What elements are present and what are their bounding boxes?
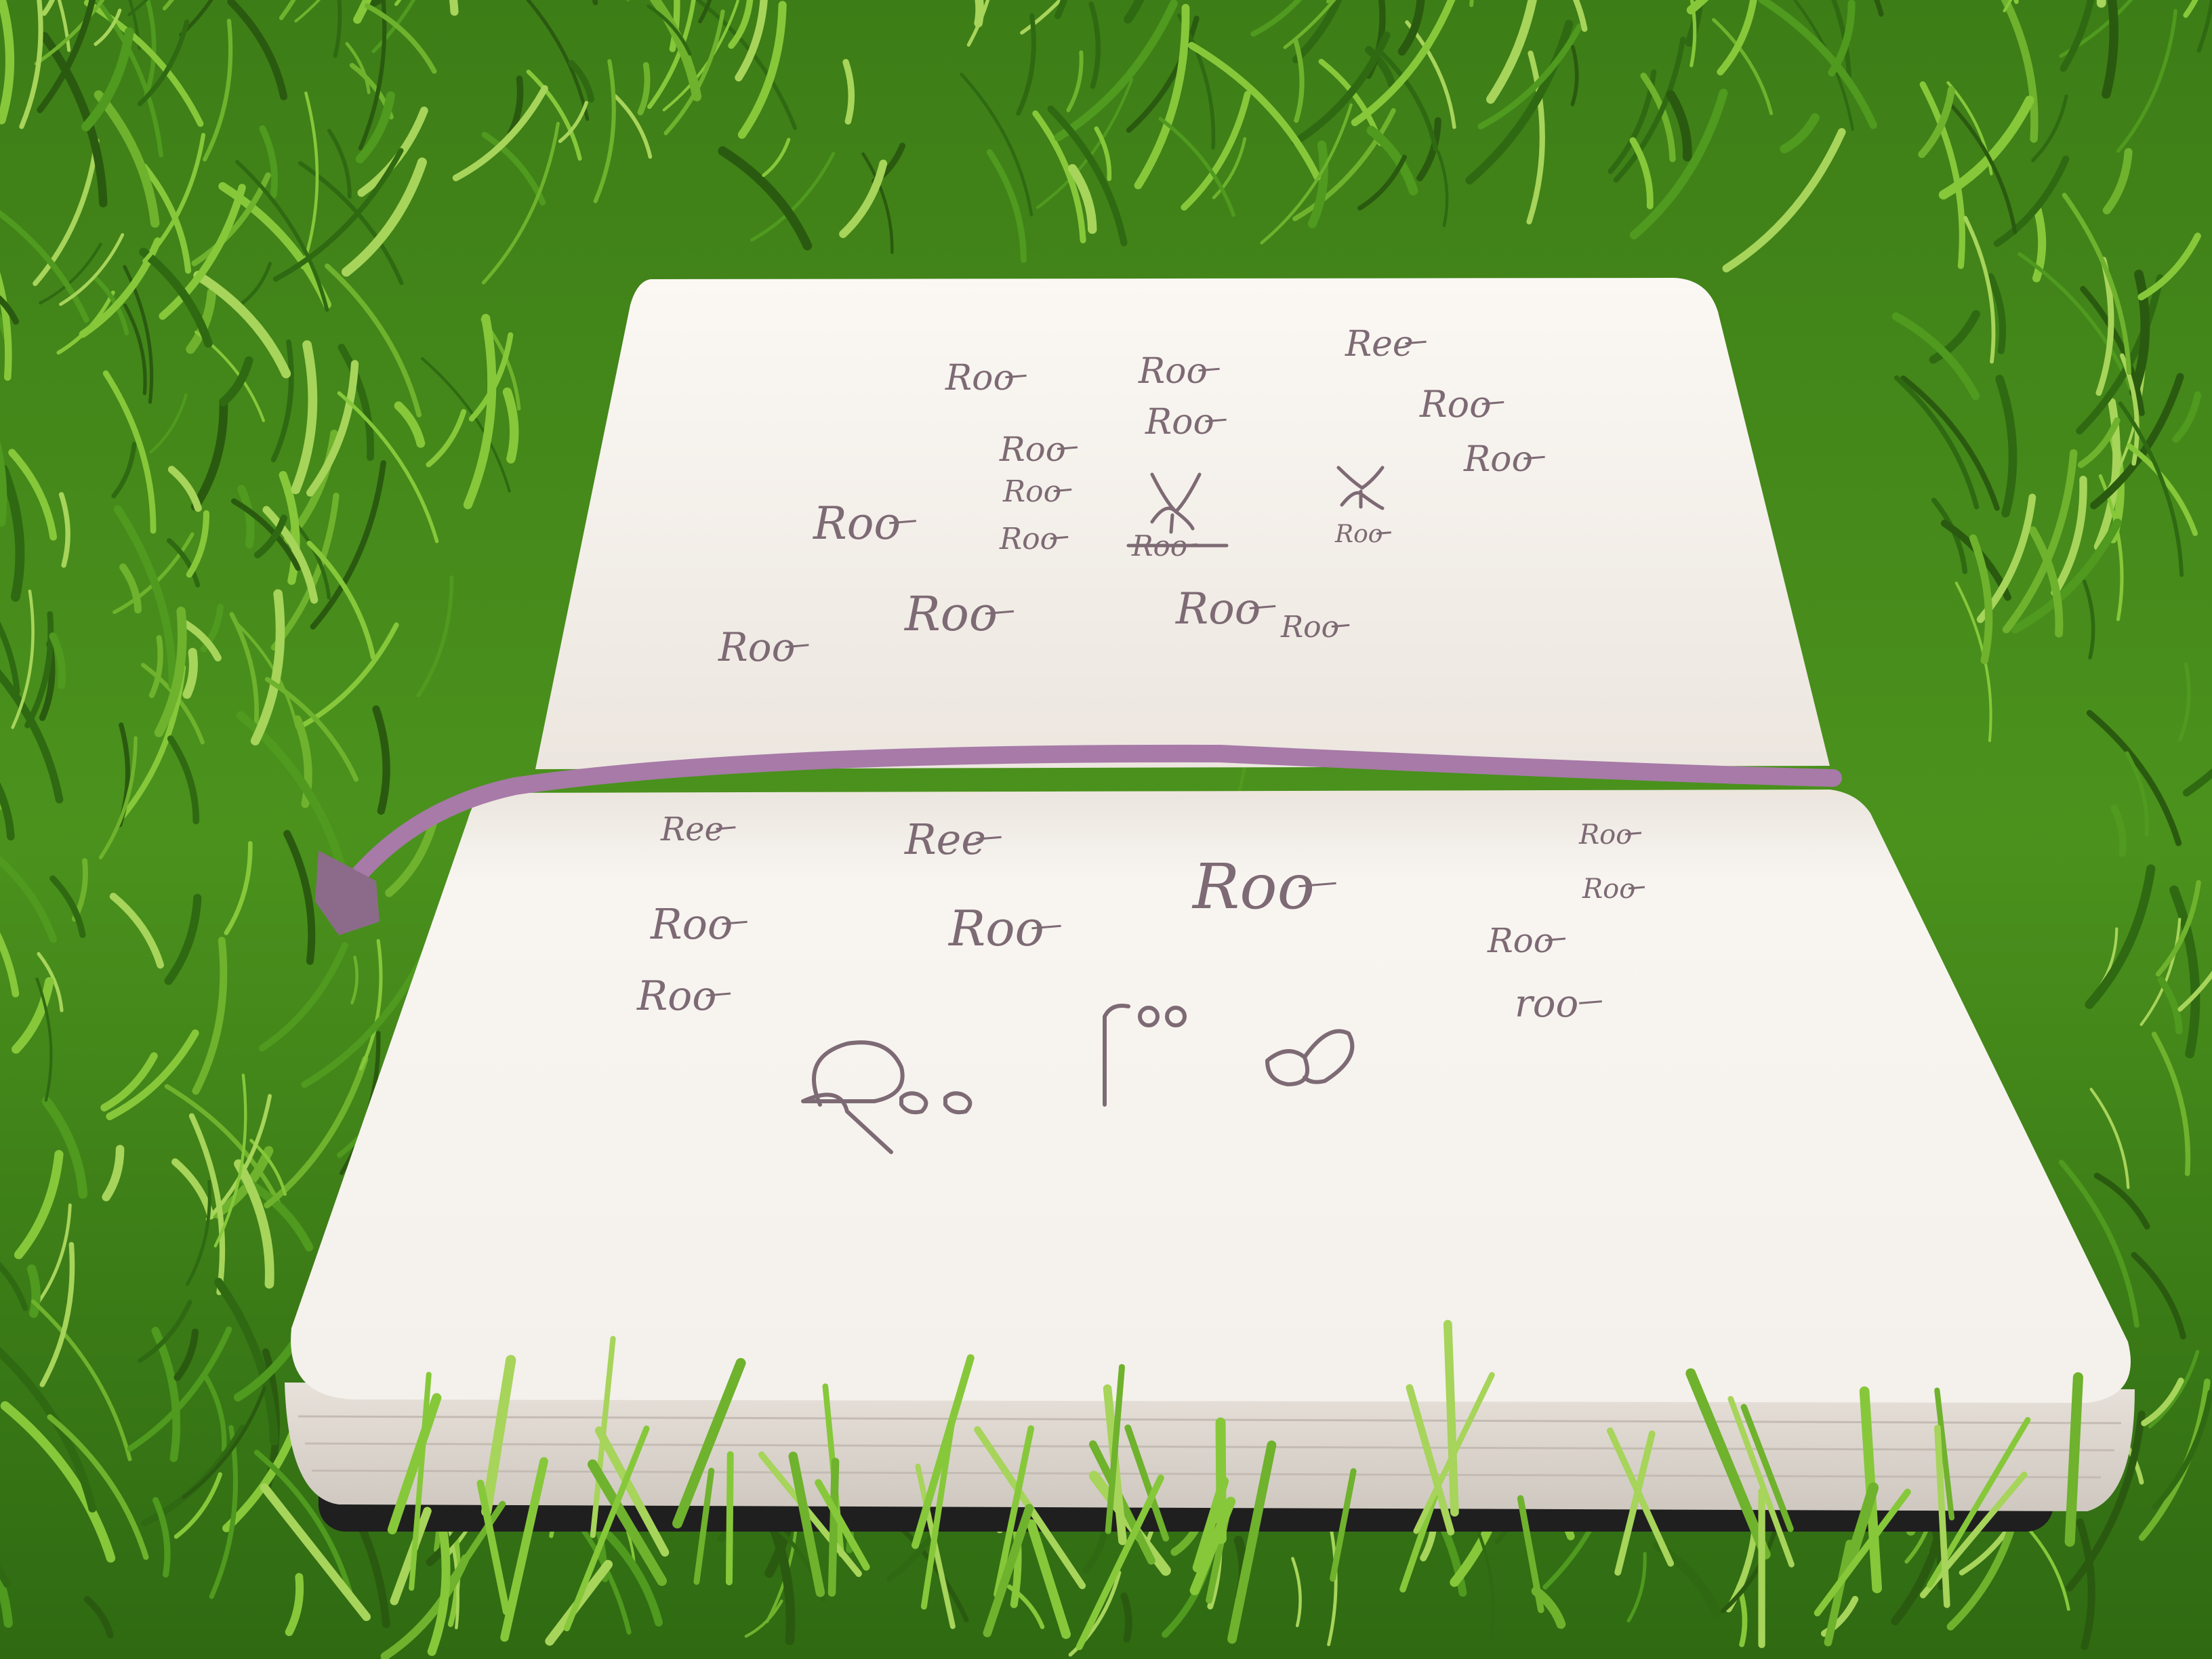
bottom-page-handwriting-flourish (1624, 832, 1642, 836)
bottom-page-handwriting-word: Roo (1578, 819, 1632, 851)
bottom-page-handwriting-word: Ree (904, 815, 986, 864)
top-page-handwriting-word: Roo (718, 624, 796, 670)
top-page-handwriting-word: Ree (1345, 324, 1414, 365)
top-page-handwriting-word: Roo (1138, 351, 1208, 392)
top-page-handwriting-word: Roo (1419, 383, 1492, 426)
bottom-page-handwriting-word: Roo (1191, 851, 1315, 923)
grass-blade (26, 1264, 41, 1318)
bottom-page-handwriting-word: Ree (660, 811, 724, 848)
top-page-handwriting-word: Roo (1175, 584, 1261, 634)
top-page-handwriting-word: Roo (1002, 474, 1061, 509)
top-page-handwriting-word: Roo (999, 522, 1058, 556)
grass-blade-foreground (725, 1451, 734, 1586)
bottom-page-handwriting-word: Roo (1487, 921, 1554, 960)
top-page-handwriting-word: Roo (1280, 610, 1339, 644)
photo-scene: Roo RooReeRooRoo RooRooRooRoo Roo Roo RooRoo R… (0, 0, 2212, 1659)
top-page-handwriting-word: Roo (903, 586, 998, 642)
top-page-handwriting-word: Roo (999, 430, 1066, 469)
bottom-page-handwriting-word: Roo (947, 900, 1044, 957)
top-page-handwriting-word: Roo (813, 497, 901, 550)
top-page-handwriting-word: Roo (1463, 439, 1533, 480)
grass-blade-foreground (827, 1458, 840, 1597)
bottom-page-handwriting-flourish (1628, 886, 1645, 890)
top-page-handwriting-flourish (1376, 531, 1391, 535)
top-page-handwriting-word: Roo (1145, 402, 1214, 443)
bottom-page-handwriting-word: Roo (1582, 874, 1635, 905)
bottom-page-handwriting-word: Roo (650, 899, 733, 949)
top-page-handwriting-word: Roo (945, 358, 1015, 398)
top-page-handwriting-word: Roo (1334, 520, 1382, 548)
bottom-page-handwriting-word: roo (1515, 982, 1578, 1026)
bottom-page-handwriting-word: Roo (636, 972, 716, 1020)
